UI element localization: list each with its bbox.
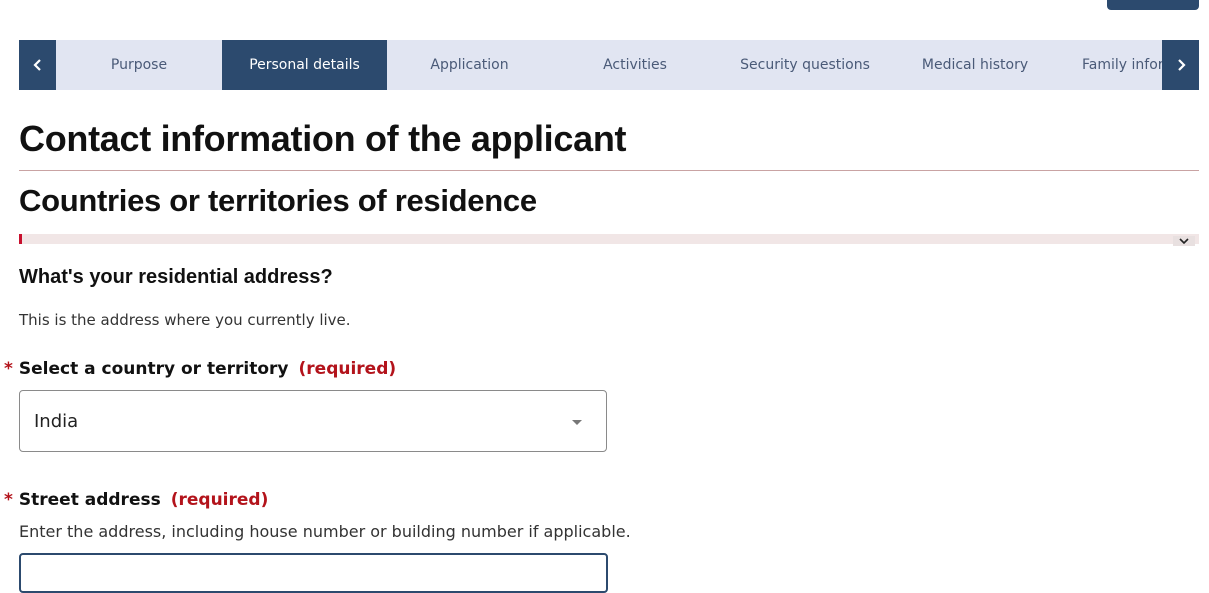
tab-medical-history[interactable]: Medical history	[892, 40, 1058, 90]
top-action-button[interactable]	[1107, 0, 1199, 10]
required-text: (required)	[170, 490, 269, 510]
alert-expand-button[interactable]	[1173, 236, 1195, 246]
country-label: * Select a country or territory (required)	[4, 359, 396, 379]
street-label-text: Street address	[18, 490, 161, 510]
question-description: This is the address where you currently …	[19, 311, 351, 329]
required-text: (required)	[298, 359, 397, 379]
tab-activities[interactable]: Activities	[552, 40, 718, 90]
tab-application[interactable]: Application	[387, 40, 552, 90]
country-select-value: India	[34, 410, 79, 432]
tab-personal-details[interactable]: Personal details	[222, 40, 387, 90]
alert-banner	[19, 234, 1199, 246]
progress-tabs: Purpose Personal details Application Act…	[19, 40, 1199, 90]
chevron-right-icon	[1177, 59, 1186, 71]
street-hint: Enter the address, including house numbe…	[19, 522, 631, 541]
street-label: * Street address (required)	[4, 490, 268, 510]
tab-purpose[interactable]: Purpose	[56, 40, 222, 90]
question-title: What's your residential address?	[19, 266, 333, 288]
street-address-input[interactable]	[19, 553, 608, 593]
tab-security-questions[interactable]: Security questions	[718, 40, 892, 90]
country-label-text: Select a country or territory	[18, 359, 289, 379]
country-select[interactable]: India	[19, 390, 607, 452]
page-title: Contact information of the applicant	[19, 118, 627, 159]
required-asterisk: *	[4, 359, 13, 379]
alert-marker	[19, 234, 22, 244]
tabs-prev-button[interactable]	[19, 40, 56, 90]
tabs-next-button[interactable]	[1162, 40, 1199, 90]
chevron-left-icon	[32, 59, 41, 71]
section-title: Countries or territories of residence	[19, 183, 537, 218]
title-divider	[19, 170, 1199, 171]
chevron-down-icon	[1179, 238, 1189, 244]
required-asterisk: *	[4, 490, 13, 510]
dropdown-caret-icon	[572, 420, 582, 425]
